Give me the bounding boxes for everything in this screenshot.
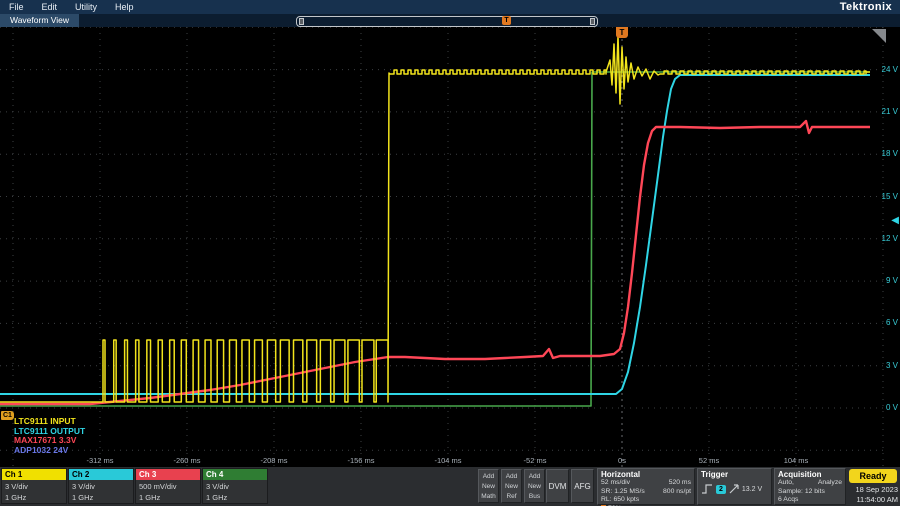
- tab-waveform-view[interactable]: Waveform View: [0, 14, 79, 27]
- x-tick: -208 ms: [252, 456, 296, 465]
- menu-item-file[interactable]: File: [0, 2, 33, 12]
- trace-label-adp1032: ADP1032 24V: [14, 446, 85, 456]
- ch4-scale: 3 V/div: [206, 481, 229, 492]
- trigger-level-value: 13.2 V: [742, 486, 762, 493]
- add-ref-line3: Ref: [502, 492, 521, 502]
- channel-badge-ch4[interactable]: Ch 4 3 V/div 1 GHz: [202, 468, 268, 504]
- x-tick: -260 ms: [165, 456, 209, 465]
- x-tick: -156 ms: [339, 456, 383, 465]
- bottom-control-bar: Ch 1 3 V/div 1 GHz Ch 2 3 V/div 1 GHz Ch…: [0, 467, 900, 506]
- acquisition-count: 6 Acqs: [778, 496, 798, 505]
- ch3-bandwidth: 1 GHz: [139, 492, 160, 503]
- acquisition-panel[interactable]: Acquisition Auto, Analyze Sample: 12 bit…: [774, 468, 846, 505]
- corner-handle-icon[interactable]: [872, 29, 886, 43]
- y-tick: 24 V: [870, 65, 898, 75]
- menu-item-edit[interactable]: Edit: [33, 2, 67, 12]
- x-tick: 52 ms: [687, 456, 731, 465]
- x-tick: 0s: [600, 456, 644, 465]
- menu-item-utility[interactable]: Utility: [66, 2, 106, 12]
- y-tick: 3 V: [870, 361, 898, 371]
- add-math-line3: Math: [479, 492, 498, 502]
- ch4-label: Ch 4: [203, 469, 267, 480]
- trace-max17671-3v3: [0, 121, 870, 404]
- nav-trigger-marker-icon[interactable]: T: [502, 16, 511, 25]
- channel-badge-ch3[interactable]: Ch 3 500 mV/div 1 GHz: [135, 468, 201, 504]
- scrollbar-left-handle[interactable]: [299, 18, 304, 25]
- add-math-line2: New: [479, 482, 498, 492]
- y-tick: 12 V: [870, 234, 898, 244]
- ch4-bandwidth: 1 GHz: [206, 492, 227, 503]
- trace-ltc9111-input: [0, 36, 870, 402]
- add-bus-line3: Bus: [525, 492, 544, 502]
- ch2-bandwidth: 1 GHz: [72, 492, 93, 503]
- acquisition-mode: Auto,: [778, 479, 794, 488]
- horizontal-title: Horizontal: [601, 470, 691, 479]
- rising-slope-icon: [729, 484, 739, 494]
- horizontal-pan-scrollbar[interactable]: T: [296, 16, 598, 27]
- trigger-level-arrow-icon[interactable]: ◀: [891, 216, 899, 226]
- oscilloscope-screen: File Edit Utility Help Tektronix Wavefor…: [0, 0, 900, 506]
- x-tick: 104 ms: [774, 456, 818, 465]
- channel-badge-ch2[interactable]: Ch 2 3 V/div 1 GHz: [68, 468, 134, 504]
- x-tick: -312 ms: [78, 456, 122, 465]
- add-new-math-button[interactable]: Add New Math: [478, 469, 499, 503]
- y-tick: 21 V: [870, 107, 898, 117]
- horizontal-sample-rate: SR: 1.25 MS/s: [601, 488, 645, 497]
- date-label: 18 Sep 2023: [838, 485, 898, 495]
- y-tick: 9 V: [870, 276, 898, 286]
- menu-bar: File Edit Utility Help Tektronix: [0, 0, 900, 14]
- y-tick: 0 V: [870, 403, 898, 413]
- add-new-buttons: Add New Math Add New Ref Add New Bus: [478, 469, 545, 503]
- scrollbar-right-handle[interactable]: [590, 18, 595, 25]
- horizontal-resolution: 800 ns/pt: [663, 488, 691, 497]
- trigger-position-flag-icon[interactable]: T: [616, 27, 628, 38]
- waveform-canvas: [0, 27, 900, 467]
- trigger-panel[interactable]: Trigger 2 13.2 V: [697, 468, 772, 505]
- ready-status-badge: Ready: [849, 469, 897, 483]
- y-tick: 6 V: [870, 318, 898, 328]
- trace-label-list: LTC9111 INPUT LTC9111 OUTPUT MAX17671 3.…: [14, 417, 85, 455]
- add-ref-line2: New: [502, 482, 521, 492]
- menu-item-help[interactable]: Help: [106, 2, 143, 12]
- acquisition-sample: Sample: 12 bits: [778, 488, 825, 497]
- y-tick: 15 V: [870, 192, 898, 202]
- tektronix-logo: Tektronix: [840, 1, 900, 13]
- x-tick: -104 ms: [426, 456, 470, 465]
- horizontal-scale: 52 ms/div: [601, 479, 630, 488]
- ch2-label: Ch 2: [69, 469, 133, 480]
- ch2-scale: 3 V/div: [72, 481, 95, 492]
- add-new-bus-button[interactable]: Add New Bus: [524, 469, 545, 503]
- time-label: 11:54:00 AM: [838, 495, 898, 505]
- horizontal-window: 520 ms: [669, 479, 691, 488]
- x-tick: -52 ms: [513, 456, 557, 465]
- ch3-label: Ch 3: [136, 469, 200, 480]
- ch1-bandwidth: 1 GHz: [5, 492, 26, 503]
- trace-adp1032-24v: [0, 72, 870, 406]
- edge-trigger-icon: [701, 484, 713, 494]
- add-new-ref-button[interactable]: Add New Ref: [501, 469, 522, 503]
- add-ref-line1: Add: [502, 472, 521, 482]
- y-tick: 18 V: [870, 149, 898, 159]
- ch3-scale: 500 mV/div: [139, 481, 177, 492]
- horizontal-panel[interactable]: Horizontal 52 ms/div 520 ms SR: 1.25 MS/…: [597, 468, 695, 505]
- tab-bar: Waveform View T: [0, 14, 900, 27]
- waveform-view-area: T 24 V 21 V 18 V 15 V 12 V 9 V 6 V 3 V 0…: [0, 27, 900, 467]
- afg-button[interactable]: AFG: [571, 469, 594, 503]
- acquisition-title: Acquisition: [778, 470, 842, 479]
- trigger-title: Trigger: [701, 470, 768, 479]
- add-math-line1: Add: [479, 472, 498, 482]
- channel-badges: Ch 1 3 V/div 1 GHz Ch 2 3 V/div 1 GHz Ch…: [1, 468, 268, 504]
- channel-badge-ch1[interactable]: Ch 1 3 V/div 1 GHz: [1, 468, 67, 504]
- horizontal-record-length: RL: 650 kpts: [601, 496, 639, 505]
- add-bus-line1: Add: [525, 472, 544, 482]
- ch1-label: Ch 1: [2, 469, 66, 480]
- datetime-block: 18 Sep 2023 11:54:00 AM: [838, 485, 898, 504]
- dvm-button[interactable]: DVM: [546, 469, 569, 503]
- ch1-position-marker[interactable]: C1: [1, 411, 14, 420]
- trigger-source-badge: 2: [716, 485, 726, 494]
- trace-ltc9111-output: [0, 75, 870, 394]
- add-bus-line2: New: [525, 482, 544, 492]
- ch1-scale: 3 V/div: [5, 481, 28, 492]
